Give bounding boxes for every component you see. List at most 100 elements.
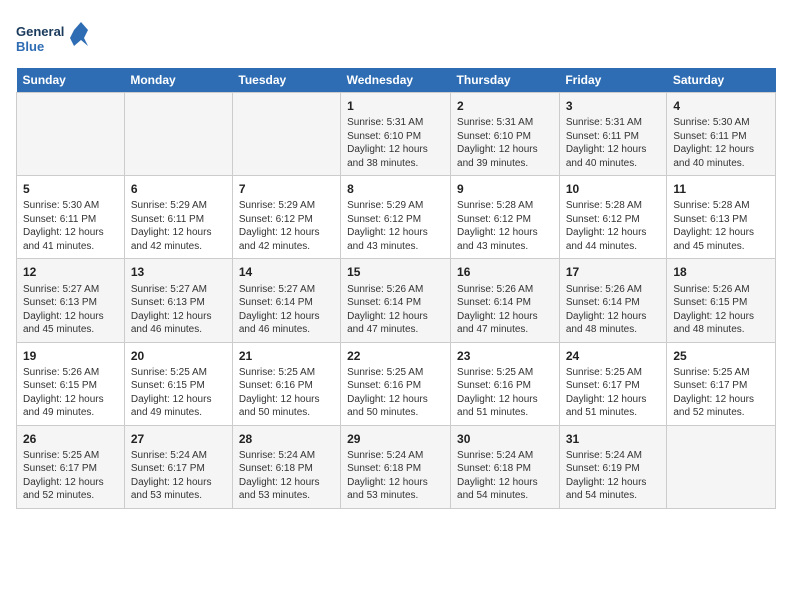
calendar-cell: 11 Sunrise: 5:28 AM Sunset: 6:13 PM Dayli…: [667, 176, 776, 259]
calendar-cell: 9 Sunrise: 5:28 AM Sunset: 6:12 PM Daylig…: [451, 176, 560, 259]
day-number: 24: [566, 348, 661, 364]
day-info: Sunrise: 5:24 AM Sunset: 6:18 PM Dayligh…: [457, 449, 553, 503]
day-number: 31: [566, 431, 661, 447]
calendar-cell: [232, 93, 340, 176]
calendar-cell: 18 Sunrise: 5:26 AM Sunset: 6:15 PM Dayli…: [667, 259, 776, 342]
day-number: 6: [131, 181, 226, 197]
day-number: 26: [23, 431, 118, 447]
calendar-week-row: 12Sunrise: 5:27 AM Sunset: 6:13 PM Dayli…: [17, 259, 776, 342]
day-number: 7: [239, 181, 334, 197]
calendar-cell: 26 Sunrise: 5:25 AM Sunset: 6:17 PM Dayli…: [17, 425, 125, 508]
day-info: Sunrise: 5:26 AM Sunset: 6:14 PM Dayligh…: [457, 283, 553, 337]
weekday-header: Sunday: [17, 68, 125, 93]
day-info: Sunrise: 5:28 AM Sunset: 6:13 PM Dayligh…: [673, 199, 769, 253]
calendar-cell: 24 Sunrise: 5:25 AM Sunset: 6:17 PM Dayli…: [559, 342, 667, 425]
calendar-cell: 28 Sunrise: 5:24 AM Sunset: 6:18 PM Dayli…: [232, 425, 340, 508]
day-number: 2: [457, 98, 553, 114]
day-number: 3: [566, 98, 661, 114]
calendar-week-row: 1Sunrise: 5:31 AM Sunset: 6:10 PM Daylig…: [17, 93, 776, 176]
calendar-cell: [17, 93, 125, 176]
calendar-cell: 21 Sunrise: 5:25 AM Sunset: 6:16 PM Dayli…: [232, 342, 340, 425]
day-info: Sunrise: 5:25 AM Sunset: 6:17 PM Dayligh…: [23, 449, 118, 503]
day-number: 29: [347, 431, 444, 447]
day-number: 20: [131, 348, 226, 364]
calendar-cell: 13Sunrise: 5:27 AM Sunset: 6:13 PM Dayli…: [124, 259, 232, 342]
day-info: Sunrise: 5:24 AM Sunset: 6:17 PM Dayligh…: [131, 449, 226, 503]
calendar-cell: 16 Sunrise: 5:26 AM Sunset: 6:14 PM Dayli…: [451, 259, 560, 342]
calendar-cell: 22 Sunrise: 5:25 AM Sunset: 6:16 PM Dayli…: [341, 342, 451, 425]
day-info: Sunrise: 5:26 AM Sunset: 6:15 PM Dayligh…: [23, 366, 118, 420]
day-number: 22: [347, 348, 444, 364]
weekday-header: Saturday: [667, 68, 776, 93]
day-info: Sunrise: 5:28 AM Sunset: 6:12 PM Dayligh…: [457, 199, 553, 253]
calendar-cell: 29 Sunrise: 5:24 AM Sunset: 6:18 PM Dayli…: [341, 425, 451, 508]
weekday-header: Monday: [124, 68, 232, 93]
day-number: 17: [566, 264, 661, 280]
calendar-week-row: 19Sunrise: 5:26 AM Sunset: 6:15 PM Dayli…: [17, 342, 776, 425]
calendar-cell: 5 Sunrise: 5:30 AM Sunset: 6:11 PM Daylig…: [17, 176, 125, 259]
day-info: Sunrise: 5:31 AM Sunset: 6:11 PM Dayligh…: [566, 116, 661, 170]
day-info: Sunrise: 5:25 AM Sunset: 6:15 PM Dayligh…: [131, 366, 226, 420]
logo: General Blue: [16, 20, 96, 64]
calendar-cell: 6 Sunrise: 5:29 AM Sunset: 6:11 PM Daylig…: [124, 176, 232, 259]
day-number: 18: [673, 264, 769, 280]
day-info: Sunrise: 5:26 AM Sunset: 6:15 PM Dayligh…: [673, 283, 769, 337]
calendar-cell: 3 Sunrise: 5:31 AM Sunset: 6:11 PM Daylig…: [559, 93, 667, 176]
weekday-header: Wednesday: [341, 68, 451, 93]
day-info: Sunrise: 5:24 AM Sunset: 6:18 PM Dayligh…: [239, 449, 334, 503]
day-info: Sunrise: 5:30 AM Sunset: 6:11 PM Dayligh…: [23, 199, 118, 253]
calendar-cell: 23 Sunrise: 5:25 AM Sunset: 6:16 PM Dayli…: [451, 342, 560, 425]
day-number: 8: [347, 181, 444, 197]
day-info: Sunrise: 5:31 AM Sunset: 6:10 PM Dayligh…: [457, 116, 553, 170]
day-number: 16: [457, 264, 553, 280]
day-number: 5: [23, 181, 118, 197]
page-header: General Blue: [16, 16, 776, 64]
day-info: Sunrise: 5:31 AM Sunset: 6:10 PM Dayligh…: [347, 116, 444, 170]
calendar-cell: 27 Sunrise: 5:24 AM Sunset: 6:17 PM Dayli…: [124, 425, 232, 508]
day-number: 14: [239, 264, 334, 280]
day-info: Sunrise: 5:29 AM Sunset: 6:12 PM Dayligh…: [239, 199, 334, 253]
day-info: Sunrise: 5:24 AM Sunset: 6:18 PM Dayligh…: [347, 449, 444, 503]
svg-text:Blue: Blue: [16, 39, 44, 54]
svg-text:General: General: [16, 24, 64, 39]
calendar-table: SundayMondayTuesdayWednesdayThursdayFrid…: [16, 68, 776, 509]
calendar-cell: 2 Sunrise: 5:31 AM Sunset: 6:10 PM Daylig…: [451, 93, 560, 176]
calendar-cell: [667, 425, 776, 508]
day-number: 21: [239, 348, 334, 364]
calendar-cell: 7 Sunrise: 5:29 AM Sunset: 6:12 PM Daylig…: [232, 176, 340, 259]
day-number: 11: [673, 181, 769, 197]
day-info: Sunrise: 5:27 AM Sunset: 6:14 PM Dayligh…: [239, 283, 334, 337]
calendar-cell: 10 Sunrise: 5:28 AM Sunset: 6:12 PM Dayli…: [559, 176, 667, 259]
day-info: Sunrise: 5:30 AM Sunset: 6:11 PM Dayligh…: [673, 116, 769, 170]
day-number: 9: [457, 181, 553, 197]
calendar-cell: 1Sunrise: 5:31 AM Sunset: 6:10 PM Daylig…: [341, 93, 451, 176]
day-number: 27: [131, 431, 226, 447]
day-number: 30: [457, 431, 553, 447]
calendar-week-row: 26 Sunrise: 5:25 AM Sunset: 6:17 PM Dayli…: [17, 425, 776, 508]
calendar-cell: 14 Sunrise: 5:27 AM Sunset: 6:14 PM Dayli…: [232, 259, 340, 342]
calendar-cell: 15Sunrise: 5:26 AM Sunset: 6:14 PM Dayli…: [341, 259, 451, 342]
day-info: Sunrise: 5:29 AM Sunset: 6:11 PM Dayligh…: [131, 199, 226, 253]
day-info: Sunrise: 5:25 AM Sunset: 6:17 PM Dayligh…: [566, 366, 661, 420]
day-info: Sunrise: 5:29 AM Sunset: 6:12 PM Dayligh…: [347, 199, 444, 253]
day-info: Sunrise: 5:25 AM Sunset: 6:17 PM Dayligh…: [673, 366, 769, 420]
calendar-cell: 12Sunrise: 5:27 AM Sunset: 6:13 PM Dayli…: [17, 259, 125, 342]
day-info: Sunrise: 5:27 AM Sunset: 6:13 PM Dayligh…: [23, 283, 118, 337]
day-info: Sunrise: 5:25 AM Sunset: 6:16 PM Dayligh…: [347, 366, 444, 420]
day-number: 28: [239, 431, 334, 447]
day-number: 10: [566, 181, 661, 197]
calendar-week-row: 5 Sunrise: 5:30 AM Sunset: 6:11 PM Daylig…: [17, 176, 776, 259]
day-info: Sunrise: 5:26 AM Sunset: 6:14 PM Dayligh…: [347, 283, 444, 337]
weekday-header: Friday: [559, 68, 667, 93]
day-info: Sunrise: 5:28 AM Sunset: 6:12 PM Dayligh…: [566, 199, 661, 253]
day-number: 23: [457, 348, 553, 364]
day-info: Sunrise: 5:25 AM Sunset: 6:16 PM Dayligh…: [457, 366, 553, 420]
calendar-cell: 19Sunrise: 5:26 AM Sunset: 6:15 PM Dayli…: [17, 342, 125, 425]
day-info: Sunrise: 5:25 AM Sunset: 6:16 PM Dayligh…: [239, 366, 334, 420]
day-number: 25: [673, 348, 769, 364]
day-info: Sunrise: 5:26 AM Sunset: 6:14 PM Dayligh…: [566, 283, 661, 337]
logo-svg: General Blue: [16, 20, 96, 64]
day-number: 4: [673, 98, 769, 114]
weekday-header-row: SundayMondayTuesdayWednesdayThursdayFrid…: [17, 68, 776, 93]
calendar-cell: 20 Sunrise: 5:25 AM Sunset: 6:15 PM Dayli…: [124, 342, 232, 425]
